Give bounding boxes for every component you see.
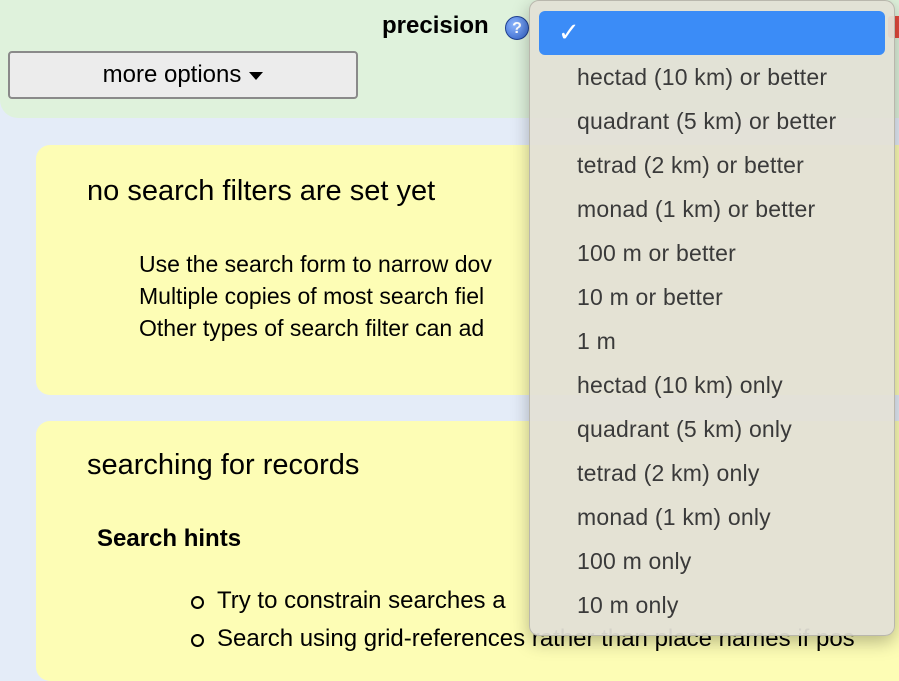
- more-options-button[interactable]: more options: [8, 51, 358, 99]
- dropdown-option[interactable]: 1 m: [577, 319, 616, 363]
- search-hints-heading: Search hints: [97, 525, 242, 552]
- checkmark-icon: ✓: [558, 17, 580, 47]
- dropdown-option[interactable]: quadrant (5 km) or better: [577, 99, 836, 143]
- dropdown-option[interactable]: 100 m or better: [577, 231, 736, 275]
- dropdown-option[interactable]: quadrant (5 km) only: [577, 407, 792, 451]
- panel-title: searching for records: [87, 449, 360, 481]
- dropdown-option[interactable]: 100 m only: [577, 539, 692, 583]
- dropdown-option[interactable]: monad (1 km) or better: [577, 187, 815, 231]
- more-options-label: more options: [102, 61, 242, 88]
- help-line: Use the search form to narrow dov: [139, 251, 492, 277]
- precision-label: precision: [382, 12, 489, 39]
- help-line: Multiple copies of most search fiel: [139, 283, 485, 309]
- dropdown-option[interactable]: tetrad (2 km) or better: [577, 143, 804, 187]
- dropdown-option-selected[interactable]: ✓: [539, 11, 885, 55]
- dropdown-option[interactable]: 10 m or better: [577, 275, 723, 319]
- dropdown-option[interactable]: 10 m only: [577, 583, 679, 627]
- precision-dropdown-menu[interactable]: ✓ hectad (10 km) or better quadrant (5 k…: [529, 0, 895, 636]
- caret-down-icon: [249, 72, 264, 80]
- dropdown-option[interactable]: tetrad (2 km) only: [577, 451, 760, 495]
- dropdown-option[interactable]: monad (1 km) only: [577, 495, 771, 539]
- dropdown-option[interactable]: hectad (10 km) or better: [577, 55, 827, 99]
- help-icon[interactable]: ?: [505, 16, 529, 40]
- dropdown-option[interactable]: hectad (10 km) only: [577, 363, 783, 407]
- filter-help-text: Use the search form to narrow dov Multip…: [139, 248, 492, 344]
- panel-title: no search filters are set yet: [87, 175, 436, 207]
- help-line: Other types of search filter can ad: [139, 315, 485, 341]
